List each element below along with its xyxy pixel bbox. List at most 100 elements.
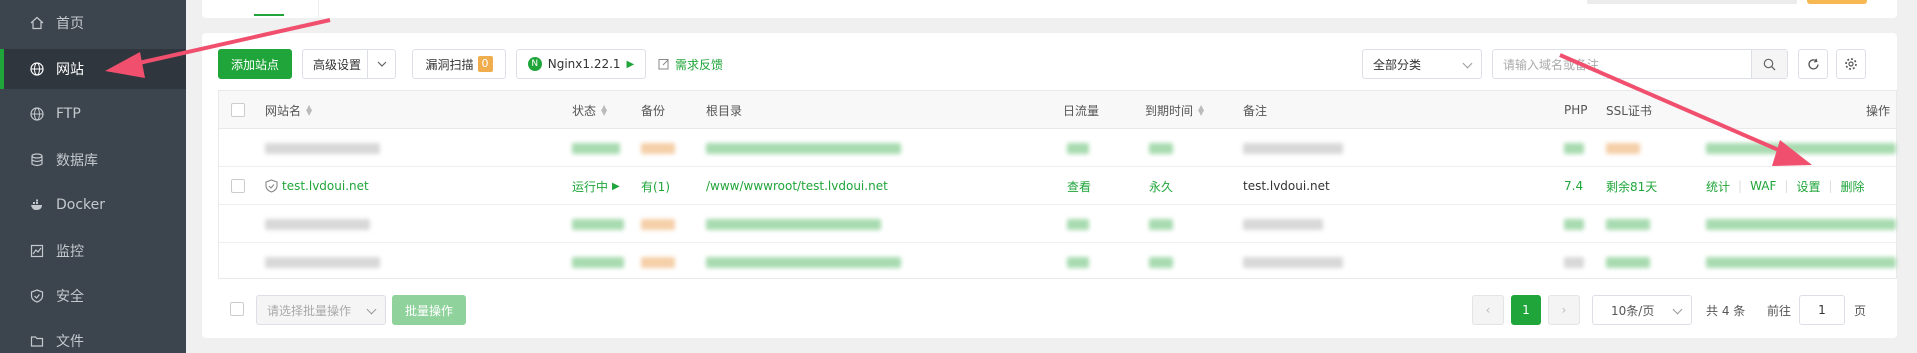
- sidebar: 首页 网站 FTP 数据库 Docker 监控 安全 文件: [0, 0, 186, 353]
- col-php: PHP: [1564, 91, 1588, 129]
- prev-page-button[interactable]: ‹: [1472, 295, 1504, 325]
- batch-button-label: 批量操作: [404, 303, 453, 318]
- blurred-cell: [265, 129, 380, 167]
- backup-cell[interactable]: 有(1): [641, 167, 670, 205]
- blurred-cell: [1149, 243, 1173, 281]
- expire-cell[interactable]: 永久: [1149, 167, 1173, 205]
- search-icon[interactable]: [1751, 50, 1787, 78]
- sidebar-item-ftp[interactable]: FTP: [0, 94, 186, 134]
- blurred-cell: [572, 205, 624, 243]
- page-number-current[interactable]: 1: [1511, 295, 1541, 325]
- sidebar-item-label: 网站: [56, 62, 84, 78]
- search-input[interactable]: 请输入域名或备注: [1492, 49, 1788, 79]
- blurred-cell: [1564, 129, 1584, 167]
- blurred-cell: [1706, 243, 1896, 281]
- sidebar-item-home[interactable]: 首页: [0, 3, 186, 43]
- col-php-label: PHP: [1564, 103, 1588, 117]
- sidebar-item-label: FTP: [56, 106, 81, 122]
- traffic-cell[interactable]: 查看: [1067, 167, 1091, 205]
- sidebar-item-files[interactable]: 文件: [0, 321, 186, 353]
- home-icon: [30, 16, 44, 30]
- category-select[interactable]: 全部分类: [1362, 49, 1482, 79]
- add-site-label: 添加站点: [230, 57, 279, 72]
- goto-text: 前往: [1767, 303, 1792, 318]
- page-size-select[interactable]: 10条/页: [1592, 295, 1692, 325]
- col-actions: 操作: [1866, 91, 1890, 129]
- blurred-cell: [1067, 243, 1089, 281]
- chevron-down-icon[interactable]: [367, 50, 395, 78]
- goto-page-input[interactable]: 1: [1799, 295, 1845, 325]
- vuln-scan-button[interactable]: 漏洞扫描 0: [412, 49, 506, 79]
- waf-action[interactable]: WAF: [1750, 179, 1776, 193]
- col-ssl: SSL证书: [1606, 91, 1652, 129]
- batch-operation-select[interactable]: 请选择批量操作: [256, 295, 386, 325]
- site-name-cell[interactable]: test.lvdoui.net: [265, 167, 369, 205]
- traffic-link[interactable]: 查看: [1067, 178, 1091, 195]
- site-list-card: 添加站点 高级设置 漏洞扫描 0 N Nginx1.22.1 ▶ 需求反馈 全部分…: [202, 33, 1897, 338]
- table-row-blurred: [219, 205, 1896, 243]
- select-all-checkbox[interactable]: [231, 103, 245, 117]
- monitor-icon: [30, 244, 44, 258]
- root-path-link[interactable]: /www/wwwroot/test.lvdoui.net: [706, 179, 888, 193]
- site-name-link[interactable]: test.lvdoui.net: [282, 179, 369, 193]
- sidebar-item-docker[interactable]: Docker: [0, 185, 186, 225]
- database-icon: [30, 153, 44, 167]
- advanced-settings-label: 高级设置: [313, 57, 362, 72]
- ssl-cell[interactable]: 剩余81天: [1606, 167, 1657, 205]
- remark-cell[interactable]: test.lvdoui.net: [1243, 167, 1330, 205]
- sidebar-item-label: 安全: [56, 289, 84, 305]
- table-row[interactable]: test.lvdoui.net 运行中 ▶ 有(1) /www/wwwroot/t…: [219, 167, 1896, 205]
- vuln-scan-label: 漏洞扫描: [425, 57, 474, 72]
- divider: |: [1828, 179, 1833, 193]
- chevron-down-icon: [366, 304, 377, 315]
- row-checkbox[interactable]: [231, 179, 245, 193]
- top-orange-button[interactable]: [1807, 0, 1867, 4]
- root-cell[interactable]: /www/wwwroot/test.lvdoui.net: [706, 167, 888, 205]
- category-value: 全部分类: [1373, 57, 1422, 72]
- batch-operation-button[interactable]: 批量操作: [392, 295, 466, 325]
- folder-icon: [30, 334, 44, 348]
- php-version-link[interactable]: 7.4: [1564, 179, 1583, 193]
- goto-page-value: 1: [1818, 303, 1826, 317]
- expire-link[interactable]: 永久: [1149, 178, 1173, 195]
- next-page-button[interactable]: ›: [1548, 295, 1580, 325]
- table-row-blurred: [219, 129, 1896, 167]
- nginx-button[interactable]: N Nginx1.22.1 ▶: [516, 49, 646, 79]
- ssl-status-link[interactable]: 剩余81天: [1606, 178, 1657, 195]
- sidebar-item-security[interactable]: 安全: [0, 276, 186, 316]
- status-cell[interactable]: 运行中 ▶: [572, 167, 620, 205]
- blurred-cell: [1706, 129, 1896, 167]
- refresh-button[interactable]: [1798, 49, 1828, 79]
- sidebar-item-database[interactable]: 数据库: [0, 140, 186, 180]
- delete-action[interactable]: 删除: [1841, 178, 1865, 195]
- settings-action[interactable]: 设置: [1796, 178, 1820, 195]
- shield-icon: [265, 179, 278, 193]
- col-backup: 备份: [641, 91, 665, 129]
- total-count-label: 共 4 条: [1706, 303, 1746, 318]
- blurred-cell: [1243, 129, 1343, 167]
- blurred-cell: [1067, 129, 1089, 167]
- col-expire[interactable]: 到期时间 ▲ ▼: [1145, 91, 1206, 129]
- php-cell[interactable]: 7.4: [1564, 167, 1583, 205]
- col-name[interactable]: 网站名 ▲ ▼: [265, 91, 314, 129]
- feedback-link[interactable]: 需求反馈: [658, 49, 723, 79]
- sidebar-item-monitor[interactable]: 监控: [0, 231, 186, 271]
- feedback-label: 需求反馈: [675, 57, 724, 72]
- gear-icon: [1844, 57, 1858, 71]
- blurred-cell: [1149, 129, 1173, 167]
- sort-icon: ▲ ▼: [601, 103, 608, 117]
- blurred-cell: [265, 243, 380, 281]
- settings-button[interactable]: [1836, 49, 1866, 79]
- actions-cell: 统计 | WAF | 设置 | 删除: [1706, 167, 1865, 205]
- backup-link[interactable]: 有(1): [641, 178, 670, 195]
- chevron-down-icon: [1672, 304, 1683, 315]
- add-site-button[interactable]: 添加站点: [218, 49, 292, 79]
- stats-action[interactable]: 统计: [1706, 178, 1730, 195]
- docker-icon: [30, 198, 44, 212]
- table-row-blurred: [219, 243, 1896, 281]
- col-status[interactable]: 状态 ▲ ▼: [572, 91, 609, 129]
- sidebar-item-website[interactable]: 网站: [0, 49, 186, 89]
- advanced-settings-dropdown[interactable]: 高级设置: [302, 49, 396, 79]
- blurred-cell: [1606, 129, 1640, 167]
- footer-select-all-checkbox[interactable]: [230, 302, 244, 316]
